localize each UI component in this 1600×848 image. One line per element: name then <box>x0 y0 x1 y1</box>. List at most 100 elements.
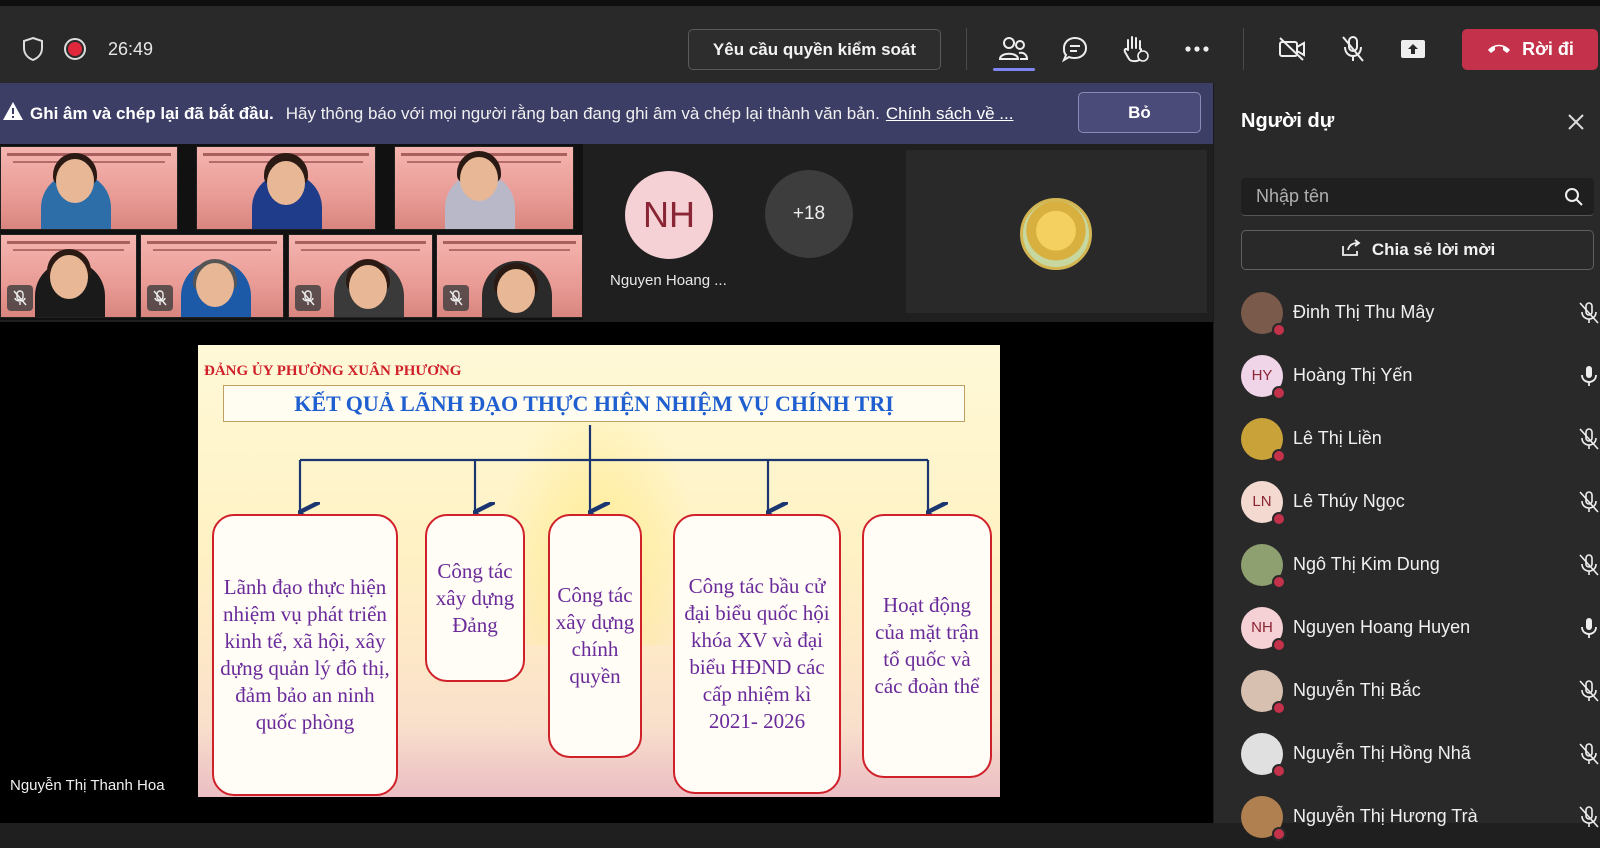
video-tile[interactable] <box>0 146 178 230</box>
participant-list: Đinh Thị Thu Mây HY Hoàng Thị Yến Lê Thị Li… <box>1241 281 1600 848</box>
avatar: NH <box>1241 606 1286 652</box>
raise-hand-icon[interactable] <box>1118 33 1152 65</box>
avatar: HY <box>1241 354 1286 400</box>
mic-off-icon <box>1577 427 1600 451</box>
status-badge <box>1272 448 1286 463</box>
mic-off-icon <box>147 285 173 311</box>
participant-row[interactable]: Đinh Thị Thu Mây <box>1241 281 1600 344</box>
status-badge <box>1272 763 1286 778</box>
video-tile[interactable] <box>0 234 137 318</box>
search-input[interactable]: Nhập tên <box>1241 178 1594 216</box>
search-placeholder: Nhập tên <box>1256 186 1330 206</box>
status-badge <box>1272 574 1286 589</box>
request-control-button[interactable]: Yêu cầu quyền kiểm soát <box>688 29 941 70</box>
chart-box: Công tác bầu cử đại biểu quốc hội khóa X… <box>673 514 841 794</box>
participant-name: Đinh Thị Thu Mây <box>1293 302 1435 322</box>
participant-name: Nguyen Hoang Huyen <box>1293 617 1471 637</box>
share-icon[interactable] <box>1396 33 1430 65</box>
status-badge <box>1272 700 1286 715</box>
record-icon <box>64 38 86 60</box>
meeting-timer: 26:49 <box>108 39 154 59</box>
participant-row[interactable]: Lê Thị Liền <box>1241 407 1600 470</box>
video-tile[interactable] <box>436 234 583 318</box>
avatar <box>1241 417 1286 463</box>
presentation-slide: ĐẢNG ỦY PHƯỜNG XUÂN PHƯƠNG KẾT QUẢ LÃNH … <box>198 345 1000 797</box>
people-icon[interactable] <box>996 33 1030 65</box>
meeting-stage: NH Nguyen Hoang ... +18 ĐẢNG ỦY PHƯỜNG X… <box>0 144 1213 823</box>
video-tile[interactable] <box>288 234 433 318</box>
share-invite-button[interactable]: Chia sẻ lời mời <box>1241 230 1594 270</box>
warning-icon <box>2 101 26 126</box>
mic-off-icon <box>1577 301 1600 325</box>
participant-row[interactable]: Nguyễn Thị Hồng Nhã <box>1241 722 1600 785</box>
panel-title: Người dự <box>1241 110 1335 132</box>
dismiss-button[interactable]: Bỏ <box>1078 92 1201 133</box>
recording-banner: Ghi âm và chép lại đã bắt đầu. Hãy thông… <box>0 83 1213 144</box>
avatar[interactable]: NH <box>625 171 713 259</box>
status-badge <box>1272 385 1286 400</box>
avatar <box>1020 198 1092 270</box>
participant-row[interactable]: Ngô Thị Kim Dung <box>1241 533 1600 596</box>
participant-name: Hoàng Thị Yến <box>1293 365 1413 385</box>
mic-off-icon <box>1577 742 1600 766</box>
avatar <box>1241 669 1286 715</box>
policy-link[interactable]: Chính sách về ... <box>886 104 1014 124</box>
avatar-initials: NH <box>1251 619 1273 636</box>
participant-name: Nguyễn Thị Hồng Nhã <box>1293 743 1471 763</box>
hangup-icon <box>1486 39 1512 60</box>
chart-box: Công tác xây dựng chính quyền <box>548 514 642 758</box>
mic-off-icon[interactable] <box>1336 33 1370 65</box>
video-tile[interactable] <box>140 234 284 318</box>
participant-row[interactable]: LN Lê Thúy Ngọc <box>1241 470 1600 533</box>
meeting-toolbar: 26:49 Yêu cầu quyền kiểm soát Rời đi <box>0 0 1600 83</box>
more-participants-button[interactable]: +18 <box>765 170 853 258</box>
chart-box: Công tác xây dựng Đảng <box>425 514 525 682</box>
toolbar-divider <box>1243 28 1244 70</box>
banner-message: Hãy thông báo với mọi người rằng bạn đan… <box>285 103 880 123</box>
chart-box: Hoạt động của mặt trận tổ quốc và các đo… <box>862 514 992 778</box>
close-icon[interactable] <box>1567 113 1585 131</box>
avatar-initials: HY <box>1251 367 1273 384</box>
mic-off-icon <box>1577 805 1600 829</box>
mic-off-icon <box>7 285 33 311</box>
leave-button[interactable]: Rời đi <box>1462 29 1598 70</box>
video-tile[interactable] <box>394 146 574 230</box>
shield-icon[interactable] <box>22 36 44 62</box>
share-invite-icon <box>1340 238 1362 263</box>
avatar <box>1241 732 1286 778</box>
participant-row[interactable]: Nguyễn Thị Hương Trà <box>1241 785 1600 848</box>
participant-row[interactable]: HY Hoàng Thị Yến <box>1241 344 1600 407</box>
mic-off-icon <box>1577 553 1600 577</box>
mic-icon <box>1577 364 1600 388</box>
video-tile[interactable] <box>906 150 1207 313</box>
status-badge <box>1272 826 1286 841</box>
avatar: LN <box>1241 480 1286 526</box>
toolbar-divider <box>966 28 967 70</box>
participant-row[interactable]: Nguyễn Thị Bắc <box>1241 659 1600 722</box>
status-badge <box>1272 322 1286 337</box>
video-tile[interactable] <box>196 146 376 230</box>
mic-off-icon <box>443 285 469 311</box>
camera-off-icon[interactable] <box>1275 33 1309 65</box>
search-icon[interactable] <box>1564 187 1584 212</box>
avatar <box>1241 795 1286 841</box>
presenter-name: Nguyễn Thị Thanh Hoa <box>10 777 165 794</box>
status-badge <box>1272 637 1286 652</box>
chart-box: Lãnh đạo thực hiện nhiệm vụ phát triển k… <box>212 514 398 796</box>
people-active-indicator <box>993 68 1035 71</box>
video-gallery <box>0 144 583 320</box>
chat-icon[interactable] <box>1058 33 1092 65</box>
participant-row[interactable]: NH Nguyen Hoang Huyen <box>1241 596 1600 659</box>
mic-off-icon <box>1577 490 1600 514</box>
avatar <box>1241 291 1286 337</box>
mic-off-icon <box>295 285 321 311</box>
mic-off-icon <box>1577 679 1600 703</box>
participant-name: Lê Thúy Ngọc <box>1293 491 1405 511</box>
share-invite-label: Chia sẻ lời mời <box>1371 240 1496 259</box>
banner-title: Ghi âm và chép lại đã bắt đầu. <box>30 103 274 123</box>
avatar-initials: LN <box>1252 493 1272 510</box>
status-badge <box>1272 511 1286 526</box>
more-icon[interactable] <box>1180 33 1214 65</box>
leave-label: Rời đi <box>1522 39 1574 59</box>
participant-name: Ngô Thị Kim Dung <box>1293 554 1440 574</box>
